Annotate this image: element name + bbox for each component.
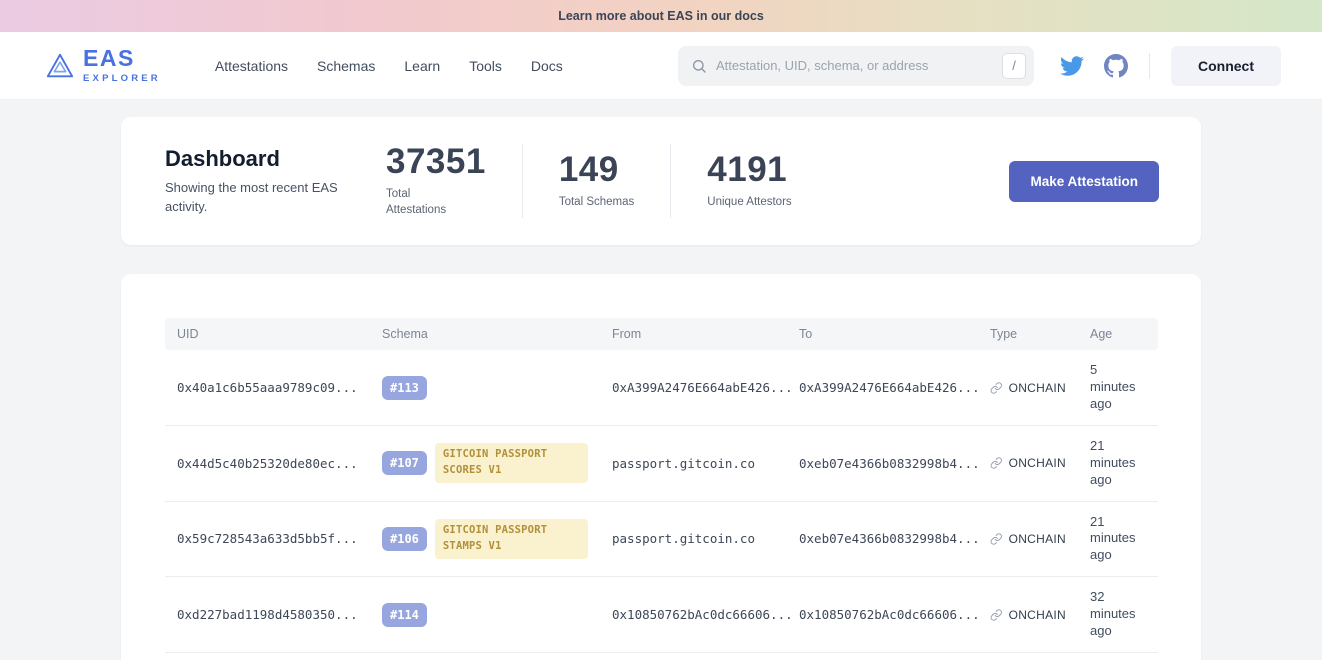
schema-cell: #106 GITCOIN PASSPORT STAMPS V1 xyxy=(382,519,588,559)
uid-link[interactable]: 0x44d2d7643e7b3cde960... xyxy=(165,652,370,660)
attestations-table-card: UID Schema From To Type Age 0x40a1c6b55a… xyxy=(121,274,1201,660)
github-icon xyxy=(1104,54,1128,78)
stat-unique-attestors: 4191 Unique Attestors xyxy=(707,152,791,210)
type-label: ONCHAIN xyxy=(1009,381,1066,395)
attestation-row[interactable]: 0x40a1c6b55aaa9789c09... #113 0xA399A247… xyxy=(165,350,1158,425)
col-schema: Schema xyxy=(370,318,600,350)
uid-link[interactable]: 0x59c728543a633d5bb5f... xyxy=(165,501,370,577)
nav-attestations[interactable]: Attestations xyxy=(215,58,288,74)
nav-learn[interactable]: Learn xyxy=(404,58,440,74)
stats-row: 37351 Total Attestations 149 Total Schem… xyxy=(386,144,828,218)
col-type: Type xyxy=(978,318,1078,350)
schema-name-badge[interactable]: GITCOIN PASSPORT STAMPS V1 xyxy=(435,519,588,559)
uid-link[interactable]: 0xd227bad1198d4580350... xyxy=(165,577,370,653)
twitter-link[interactable] xyxy=(1060,54,1084,78)
age-text: 33 minutes ago xyxy=(1078,652,1158,660)
attestations-table: UID Schema From To Type Age 0x40a1c6b55a… xyxy=(165,318,1158,660)
main-content: Dashboard Showing the most recent EAS ac… xyxy=(0,100,1322,660)
col-from: From xyxy=(600,318,787,350)
type-cell: ONCHAIN xyxy=(990,456,1066,470)
schema-cell: #107 GITCOIN PASSPORT SCORES V1 xyxy=(382,443,588,483)
nav-schemas[interactable]: Schemas xyxy=(317,58,375,74)
type-label: ONCHAIN xyxy=(1009,456,1066,470)
search-input[interactable] xyxy=(716,58,993,73)
make-attestation-button[interactable]: Make Attestation xyxy=(1009,161,1159,202)
from-address-link[interactable]: passport.gitcoin.co xyxy=(600,501,787,577)
stat-label: Unique Attestors xyxy=(707,194,791,210)
table-header: UID Schema From To Type Age xyxy=(165,318,1158,350)
uid-link[interactable]: 0x44d5c40b25320de80ec... xyxy=(165,425,370,501)
chain-link-icon xyxy=(990,381,1003,395)
age-text: 21 minutes ago xyxy=(1078,501,1158,577)
connect-button[interactable]: Connect xyxy=(1171,46,1281,86)
chain-link-icon xyxy=(990,456,1003,470)
schema-cell: #114 xyxy=(382,603,588,627)
search-icon xyxy=(691,58,707,74)
logo-title: EAS xyxy=(83,47,161,70)
schema-id-badge[interactable]: #107 xyxy=(382,451,427,475)
age-text: 5 minutes ago xyxy=(1078,350,1158,425)
page-subtitle: Showing the most recent EAS activity. xyxy=(165,179,358,217)
dashboard-intro: Dashboard Showing the most recent EAS ac… xyxy=(165,146,358,217)
chain-link-icon xyxy=(990,532,1003,546)
schema-cell: #113 xyxy=(382,376,588,400)
schema-id-badge[interactable]: #106 xyxy=(382,527,427,551)
to-address-link[interactable]: 0xeb07e4366b0832998b4... xyxy=(787,501,978,577)
from-address-link[interactable]: 0x10850762bAc0dc66606... xyxy=(600,577,787,653)
age-text: 32 minutes ago xyxy=(1078,577,1158,653)
to-address-link[interactable]: 0x10850762bAc0dc66606... xyxy=(787,577,978,653)
stat-value: 149 xyxy=(559,152,634,187)
stat-divider xyxy=(522,144,523,218)
main-nav: Attestations Schemas Learn Tools Docs xyxy=(215,58,563,74)
nav-tools[interactable]: Tools xyxy=(469,58,502,74)
attestation-row[interactable]: 0x59c728543a633d5bb5f... #106 GITCOIN PA… xyxy=(165,501,1158,577)
stat-divider xyxy=(670,144,671,218)
eas-logo-text: EAS EXPLORER xyxy=(83,47,161,84)
from-address-link[interactable]: 0x17b1C1c66fF96F1aC5a... xyxy=(600,652,787,660)
type-cell: ONCHAIN xyxy=(990,608,1066,622)
attestation-row[interactable]: 0x44d5c40b25320de80ec... #107 GITCOIN PA… xyxy=(165,425,1158,501)
eas-logo[interactable]: EAS EXPLORER xyxy=(45,47,161,84)
header: EAS EXPLORER Attestations Schemas Learn … xyxy=(0,32,1322,100)
github-link[interactable] xyxy=(1104,54,1128,78)
schema-id-badge[interactable]: #114 xyxy=(382,603,427,627)
logo-subtitle: EXPLORER xyxy=(83,73,161,84)
from-address-link[interactable]: passport.gitcoin.co xyxy=(600,425,787,501)
col-age: Age xyxy=(1078,318,1158,350)
schema-name-badge[interactable]: GITCOIN PASSPORT SCORES V1 xyxy=(435,443,588,483)
col-uid: UID xyxy=(165,318,370,350)
type-label: ONCHAIN xyxy=(1009,608,1066,622)
dashboard-card: Dashboard Showing the most recent EAS ac… xyxy=(121,117,1201,245)
stat-label: Total Attestations xyxy=(386,186,470,218)
col-to: To xyxy=(787,318,978,350)
to-address-link[interactable]: 0xeb07e4366b0832998b4... xyxy=(787,425,978,501)
from-address-link[interactable]: 0xA399A2476E664abE426... xyxy=(600,350,787,425)
stat-value: 4191 xyxy=(707,152,791,187)
stat-total-schemas: 149 Total Schemas xyxy=(559,152,634,210)
stat-value: 37351 xyxy=(386,144,486,179)
docs-banner-link[interactable]: Learn more about EAS in our docs xyxy=(0,0,1322,32)
attestation-row[interactable]: 0x44d2d7643e7b3cde960... #113 0x17b1C1c6… xyxy=(165,652,1158,660)
schema-id-badge[interactable]: #113 xyxy=(382,376,427,400)
uid-link[interactable]: 0x40a1c6b55aaa9789c09... xyxy=(165,350,370,425)
eas-logo-icon xyxy=(45,51,75,81)
page-title: Dashboard xyxy=(165,146,358,172)
stat-total-attestations: 37351 Total Attestations xyxy=(386,144,486,218)
header-divider xyxy=(1149,53,1150,79)
nav-docs[interactable]: Docs xyxy=(531,58,563,74)
twitter-icon xyxy=(1060,54,1084,78)
to-address-link[interactable]: 0x17b1C1c66fF96F1aC5a... xyxy=(787,652,978,660)
age-text: 21 minutes ago xyxy=(1078,425,1158,501)
stat-label: Total Schemas xyxy=(559,194,634,210)
search-box[interactable]: / xyxy=(678,46,1034,86)
search-shortcut-key: / xyxy=(1002,53,1026,79)
attestation-row[interactable]: 0xd227bad1198d4580350... #114 0x10850762… xyxy=(165,577,1158,653)
docs-banner-text: Learn more about EAS in our docs xyxy=(558,9,764,23)
type-cell: ONCHAIN xyxy=(990,532,1066,546)
to-address-link[interactable]: 0xA399A2476E664abE426... xyxy=(787,350,978,425)
type-cell: ONCHAIN xyxy=(990,381,1066,395)
chain-link-icon xyxy=(990,608,1003,622)
type-label: ONCHAIN xyxy=(1009,532,1066,546)
